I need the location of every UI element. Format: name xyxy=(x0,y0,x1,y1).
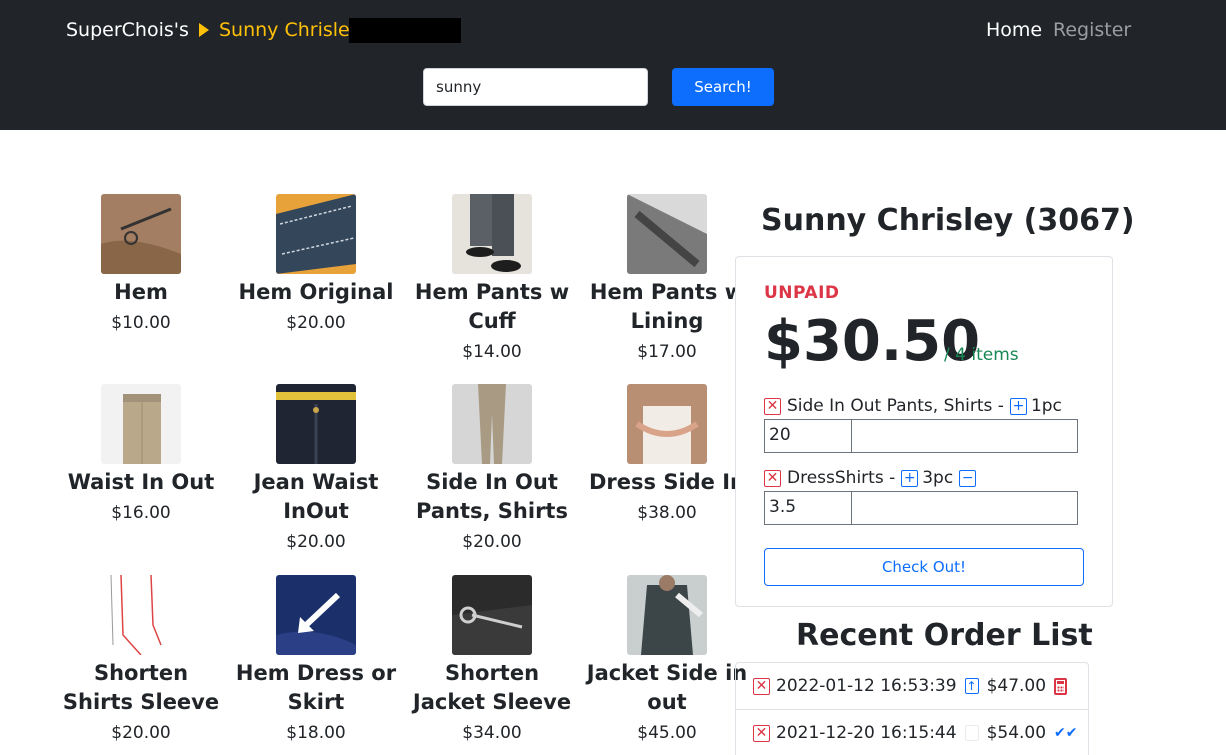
product-card[interactable]: Dress Side In $38.00 xyxy=(582,384,752,523)
product-image xyxy=(452,194,532,274)
note-input[interactable] xyxy=(852,420,1077,452)
product-card[interactable]: Waist In Out $16.00 xyxy=(56,384,226,523)
product-card[interactable]: Hem Pants w Cuff $14.00 xyxy=(407,194,577,362)
product-price: $38.00 xyxy=(637,503,697,523)
order-line-qty: 1pc xyxy=(1030,396,1062,416)
product-image xyxy=(101,194,181,274)
items-count: / 4 items xyxy=(944,345,1019,365)
remove-item-icon[interactable]: ✕ xyxy=(764,397,781,415)
order-line: ✕ DressShirts - + 3pc − xyxy=(764,468,980,488)
product-image xyxy=(276,575,356,655)
product-name: Shorten Shirts Sleeve xyxy=(62,661,220,714)
decrease-qty-icon[interactable]: − xyxy=(959,469,977,487)
product-image xyxy=(627,575,707,655)
product-price: $20.00 xyxy=(286,313,346,333)
increase-qty-icon[interactable]: + xyxy=(901,469,919,487)
recent-orders-title: Recent Order List xyxy=(796,618,1093,653)
product-price: $16.00 xyxy=(111,503,171,523)
price-input-group: 20 xyxy=(764,419,1078,453)
price-input-group: 3.5 xyxy=(764,491,1078,525)
product-name: Hem Dress or Skirt xyxy=(235,661,397,714)
product-image xyxy=(276,384,356,464)
product-price: $45.00 xyxy=(637,723,697,743)
product-name: Hem Original xyxy=(238,280,394,304)
product-image xyxy=(276,194,356,274)
product-card[interactable]: Hem $10.00 xyxy=(56,194,226,333)
product-price: $18.00 xyxy=(286,723,346,743)
product-image xyxy=(101,384,181,464)
product-name: Hem Pants w Cuff xyxy=(414,280,570,333)
product-image xyxy=(452,384,532,464)
product-card[interactable]: Shorten Shirts Sleeve $20.00 xyxy=(56,575,226,743)
product-name: Side In Out Pants, Shirts xyxy=(416,470,568,523)
product-name: Waist In Out xyxy=(67,470,215,494)
product-name: Hem Pants w Lining xyxy=(589,280,745,333)
remove-item-icon[interactable]: ✕ xyxy=(764,469,781,487)
product-card[interactable]: Jacket Side in out $45.00 xyxy=(582,575,752,743)
search-input[interactable] xyxy=(423,68,648,106)
note-input[interactable] xyxy=(852,492,1077,524)
order-line-qty: 3pc xyxy=(922,468,954,488)
delete-order-icon[interactable]: ✕ xyxy=(753,724,770,742)
product-name: Jean Waist InOut xyxy=(253,470,379,523)
product-name: Shorten Jacket Sleeve xyxy=(412,661,572,714)
product-card[interactable]: Jean Waist InOut $20.00 xyxy=(231,384,401,552)
product-image xyxy=(627,194,707,274)
customer-title: Sunny Chrisley (3067) xyxy=(761,203,1135,238)
product-card[interactable]: Hem Dress or Skirt $18.00 xyxy=(231,575,401,743)
checkout-button[interactable]: Check Out! xyxy=(764,548,1084,586)
increase-qty-icon[interactable]: + xyxy=(1009,397,1027,415)
product-price: $14.00 xyxy=(462,342,522,362)
product-card[interactable]: Hem Original $20.00 xyxy=(231,194,401,333)
product-card[interactable]: Hem Pants w Lining $17.00 xyxy=(582,194,752,362)
product-price: $17.00 xyxy=(637,342,697,362)
nav-register-link[interactable]: Register xyxy=(1053,19,1131,41)
order-line: ✕ Side In Out Pants, Shirts - + 1pc xyxy=(764,396,1062,416)
breadcrumb-customer-name: Sunny Chrisley xyxy=(219,19,361,41)
product-price: $10.00 xyxy=(111,313,171,333)
product-price: $34.00 xyxy=(462,723,522,743)
nav-home-link[interactable]: Home xyxy=(986,19,1042,41)
product-name: Jacket Side in out xyxy=(586,661,748,714)
order-amount: $47.00 xyxy=(986,676,1047,696)
product-price: $20.00 xyxy=(111,723,171,743)
price-input[interactable]: 3.5 xyxy=(765,492,852,524)
product-price: $20.00 xyxy=(286,532,346,552)
order-line-name: Side In Out Pants, Shirts - xyxy=(787,396,1004,416)
calculator-icon[interactable] xyxy=(1054,677,1068,695)
double-check-icon: ✔✔ xyxy=(1054,725,1078,741)
product-image xyxy=(101,575,181,655)
order-line-name: DressShirts - xyxy=(787,468,896,488)
product-price: $20.00 xyxy=(462,532,522,552)
order-amount: $54.00 xyxy=(986,723,1047,743)
load-order-icon[interactable]: ↑ xyxy=(964,725,979,741)
current-order-card: UNPAID $30.50 / 4 items ✕ Side In Out Pa… xyxy=(735,256,1113,607)
load-order-icon[interactable]: ↑ xyxy=(964,678,979,694)
customer-breadcrumb[interactable]: Sunny Chrisley ) xyxy=(199,19,372,41)
list-item[interactable]: ✕ 2022-01-12 16:53:39 ↑ $47.00 xyxy=(736,663,1088,710)
product-card[interactable]: Side In Out Pants, Shirts $20.00 xyxy=(407,384,577,552)
list-item[interactable]: ✕ 2021-12-20 16:15:44 ↑ $54.00 ✔✔ xyxy=(736,710,1088,755)
recent-order-list: ✕ 2022-01-12 16:53:39 ↑ $47.00 ✕ 2021-12… xyxy=(735,662,1089,755)
search-button[interactable]: Search! xyxy=(672,68,774,106)
brand-logo-text[interactable]: SuperChois's xyxy=(66,19,189,41)
price-input[interactable]: 20 xyxy=(765,420,852,452)
status-badge: UNPAID xyxy=(764,283,840,303)
product-image xyxy=(627,384,707,464)
redacted-block xyxy=(349,18,461,43)
order-timestamp: 2021-12-20 16:15:44 xyxy=(776,723,957,743)
product-card[interactable]: Shorten Jacket Sleeve $34.00 xyxy=(407,575,577,743)
navbar: SuperChois's Sunny Chrisley ) Home Regis… xyxy=(0,0,1226,130)
product-image xyxy=(452,575,532,655)
order-timestamp: 2022-01-12 16:53:39 xyxy=(776,676,957,696)
product-name: Dress Side In xyxy=(588,470,745,494)
product-name: Hem xyxy=(114,280,168,304)
delete-order-icon[interactable]: ✕ xyxy=(753,677,770,695)
caret-right-icon xyxy=(199,23,209,37)
